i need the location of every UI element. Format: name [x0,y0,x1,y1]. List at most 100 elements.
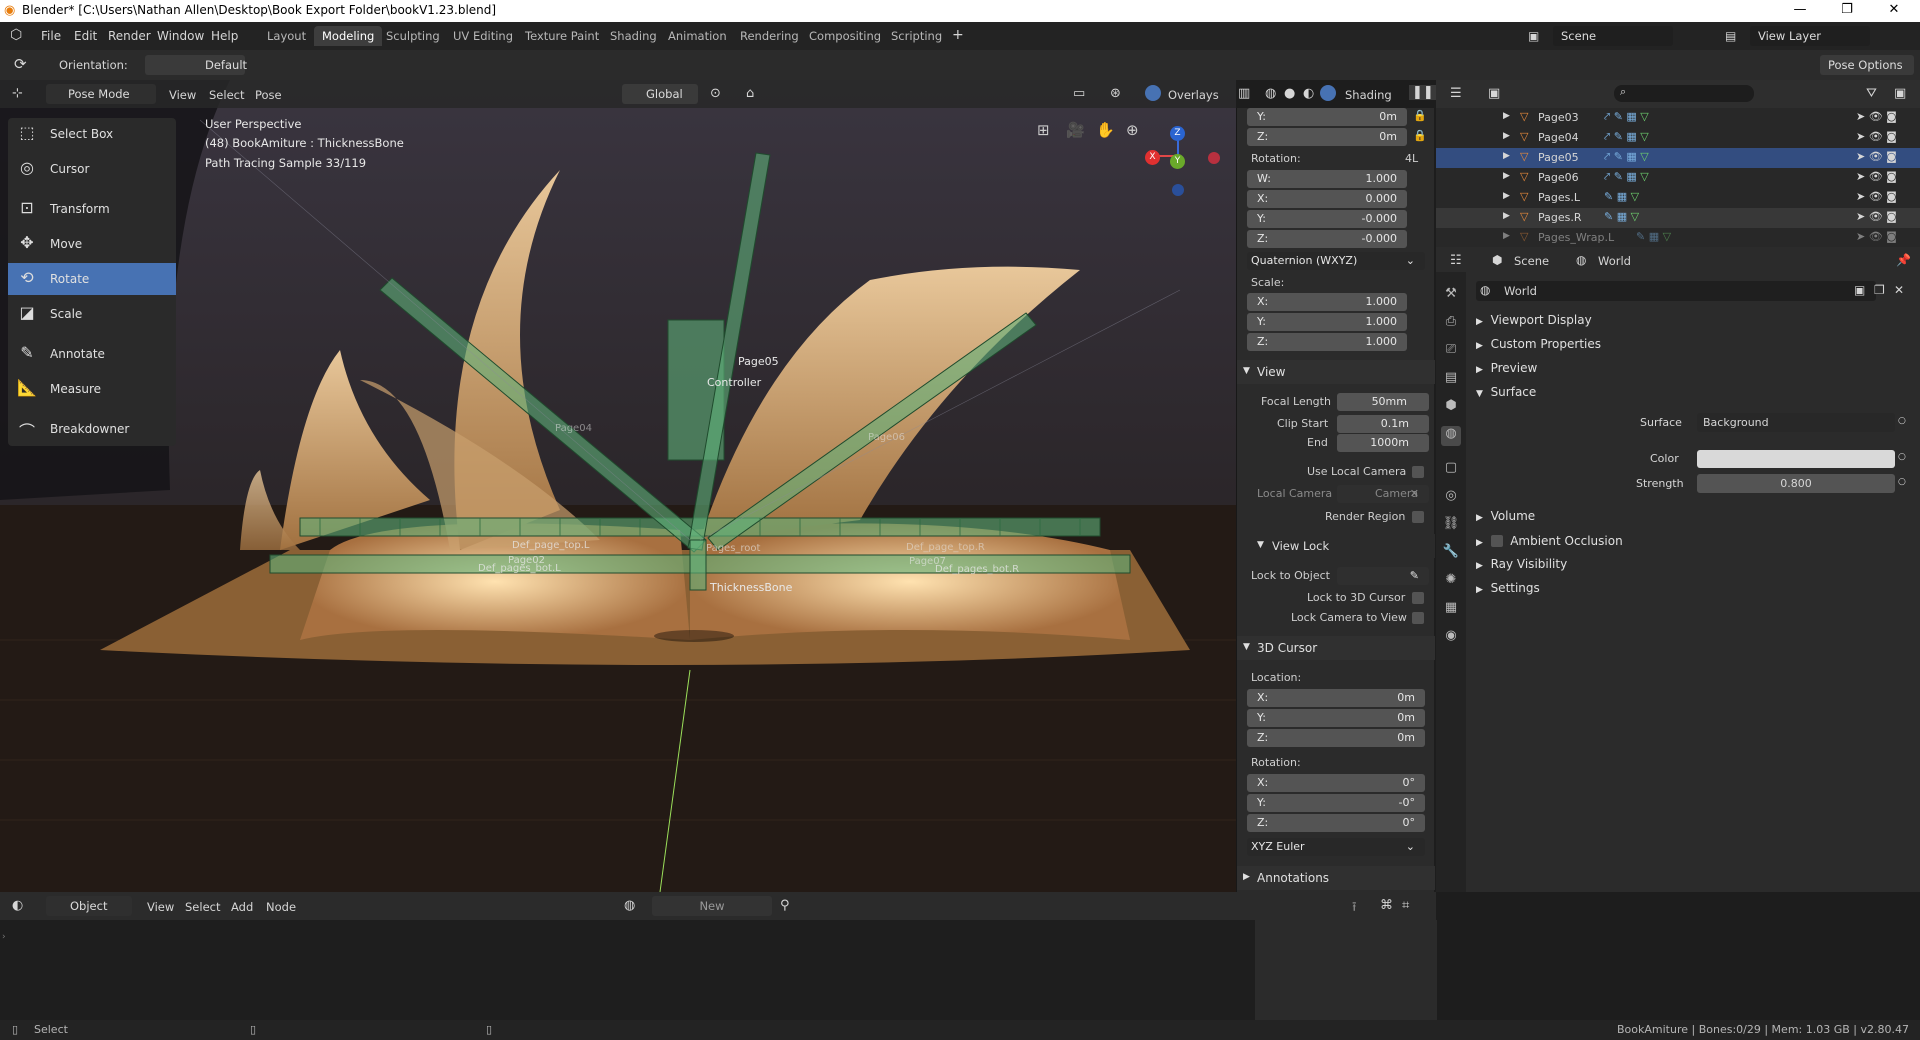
render-tab-icon[interactable]: ⎙ [1441,314,1461,334]
view-layer-tab-icon[interactable]: ▤ [1441,370,1461,390]
gizmo-z-icon[interactable]: Z [1170,126,1185,141]
gizmo-y-icon[interactable]: Y [1170,154,1185,169]
lock-3d-cursor-checkbox[interactable] [1412,592,1424,604]
zoom-icon[interactable]: ⊕ [1126,121,1139,139]
tool-cursor[interactable]: ◎ Cursor [8,153,176,185]
outliner-row-selected[interactable]: ▶ ▽ Page05 ⤤ ✎ ▦ ▽ ➤ 👁 ◙ [1436,148,1920,168]
outliner-editor-icon[interactable]: ☰ [1450,86,1462,101]
outliner-row[interactable]: ▶ ▽ Pages.R ✎ ▦ ▽ ➤ 👁 ◙ [1436,208,1920,228]
scale-x-field[interactable]: X: 1.000 [1247,293,1407,311]
gizmo-neg-x-icon[interactable] [1208,152,1220,164]
node-settings-icon[interactable]: ⌗ [1402,898,1409,913]
tab-modeling[interactable]: Modeling [314,26,383,46]
close-icon[interactable]: ✕ [1874,2,1914,17]
tool-rotate[interactable]: ⟲ Rotate [8,263,176,295]
mode-dropdown[interactable]: Pose Mode [46,84,156,104]
section-volume[interactable]: ▶ Volume [1476,509,1535,523]
lock-icon[interactable]: 🔒 [1413,129,1427,142]
node-menu-view[interactable]: View [147,900,174,914]
menu-select[interactable]: Select [209,88,244,102]
section-viewport-display[interactable]: ▶ Viewport Display [1476,313,1592,327]
lock-to-object-field[interactable]: ✎ [1337,567,1429,585]
outliner-search-input[interactable]: ⌕ [1614,85,1754,102]
3d-viewport[interactable]: User Perspective (48) BookAmiture : Thic… [0,80,1236,892]
duplicate-icon[interactable]: ❐ [1874,283,1885,297]
data-tab-icon[interactable]: ◉ [1441,628,1461,648]
restore-icon[interactable]: ❐ [1827,2,1867,17]
world-tab-icon[interactable]: ◍ [1441,426,1461,446]
parent-node-icon[interactable]: ⭱ [1352,898,1357,920]
location-z-field[interactable]: Z: 0m [1247,128,1407,146]
tab-compositing[interactable]: Compositing [801,26,889,46]
transform-orientation-dropdown[interactable]: Global [622,84,698,104]
surface-link-icon[interactable]: ○ [1898,416,1906,426]
ambient-occlusion-checkbox[interactable] [1490,535,1503,547]
constraints-tab-icon[interactable]: ⛓ [1441,516,1461,536]
section-ray-visibility[interactable]: ▶ Ray Visibility [1476,557,1567,571]
outliner-row[interactable]: ▶ ▽ Page03 ⤤ ✎ ▦ ▽ ➤ 👁 ◙ [1436,108,1920,128]
material-shading-icon[interactable]: ◐ [1303,86,1314,101]
particles-tab-icon[interactable]: ✺ [1441,572,1461,592]
node-menu-select[interactable]: Select [185,900,220,914]
tool-annotate[interactable]: ✎ Annotate [8,338,176,370]
render-region-checkbox[interactable] [1412,511,1424,523]
overlays-dropdown[interactable]: Overlays [1168,88,1219,102]
outliner-row[interactable]: ▶ ▽ Page04 ⤤ ✎ ▦ ▽ ➤ 👁 ◙ [1436,128,1920,148]
gizmo-x-icon[interactable]: X [1145,150,1160,165]
tool-scale[interactable]: ◪ Scale [8,298,176,330]
xray-icon[interactable]: ▥ [1238,86,1250,101]
section-custom-properties[interactable]: ▶ Custom Properties [1476,337,1601,351]
lock-icon[interactable]: 🔒 [1413,109,1427,122]
tab-shading[interactable]: Shading [602,26,665,46]
pin-node-icon[interactable]: ⚲ [780,898,790,913]
menu-edit[interactable]: Edit [74,29,97,43]
scale-z-field[interactable]: Z: 1.000 [1247,333,1407,351]
rotation-mode-dropdown[interactable]: Quaternion (WXYZ) ⌄ [1247,252,1425,270]
add-workspace-icon[interactable]: + [952,27,964,43]
output-tab-icon[interactable]: ⎚ [1441,342,1461,362]
active-tool-icon[interactable]: ⟳ [14,55,27,73]
3d-cursor-section-header[interactable]: ▼ 3D Cursor [1237,636,1435,660]
row-visibility-icons[interactable]: ➤ 👁 ◙ [1856,190,1897,203]
tab-texture-paint[interactable]: Texture Paint [517,26,607,46]
menu-help[interactable]: Help [211,29,238,43]
minimize-icon[interactable]: — [1780,2,1820,17]
gizmo-toggle-icon[interactable]: ⊛ [1110,86,1121,101]
focal-length-field[interactable]: 50mm [1337,393,1429,411]
row-visibility-icons[interactable]: ➤ 👁 ◙ [1856,110,1897,123]
row-visibility-icons[interactable]: ➤ 👁 ◙ [1856,210,1897,223]
node-snap-icon[interactable]: ⌘ [1380,898,1393,913]
editor-type-icon[interactable]: ⊹ [12,86,23,101]
outliner-row[interactable]: ▶ ▽ Pages_Wrap.L ✎ ▦ ▽ ➤ 👁 ◙ [1436,228,1920,248]
viewport-visibility-icon[interactable]: ▭ [1073,86,1085,101]
euler-mode-dropdown[interactable]: XYZ Euler ⌄ [1247,838,1425,856]
cursor-rot-z-field[interactable]: Z: 0° [1247,814,1425,832]
menu-pose[interactable]: Pose [255,88,282,102]
pause-render-icon[interactable]: ❚❚ [1409,85,1437,100]
properties-editor-icon[interactable]: ☷ [1450,253,1462,268]
shader-type-icon[interactable]: ◍ [624,898,635,913]
menu-file[interactable]: File [41,29,61,43]
use-local-camera-checkbox[interactable] [1412,466,1424,478]
strength-field[interactable]: 0.800 [1697,474,1895,493]
tab-rendering[interactable]: Rendering [732,26,807,46]
rendered-shading-icon[interactable] [1320,85,1336,101]
annotations-section-header[interactable]: ▶ Annotations [1237,866,1435,890]
gizmo-neg-z-icon[interactable] [1172,184,1184,196]
camera-view-icon[interactable]: 🎥 [1066,121,1085,139]
tab-sculpting[interactable]: Sculpting [378,26,448,46]
unlink-icon[interactable]: ✕ [1894,283,1904,297]
modifiers-tab-icon[interactable]: 🔧 [1441,544,1461,564]
world-color-swatch[interactable] [1697,450,1895,468]
color-link-icon[interactable]: ○ [1898,452,1906,462]
strength-link-icon[interactable]: ○ [1898,477,1906,487]
new-collection-icon[interactable]: ▣ [1894,86,1906,101]
node-menu-add[interactable]: Add [231,900,253,914]
filter-icon[interactable]: ⛛ [1866,86,1877,101]
rotation-lock-4l[interactable]: 4L [1405,152,1418,165]
orientation-dropdown[interactable]: Default [145,55,247,75]
scale-y-field[interactable]: Y: 1.000 [1247,313,1407,331]
menu-render[interactable]: Render [108,29,151,43]
scene-tab-icon[interactable]: ⬢ [1441,398,1461,418]
location-y-field[interactable]: Y: 0m [1247,108,1407,126]
